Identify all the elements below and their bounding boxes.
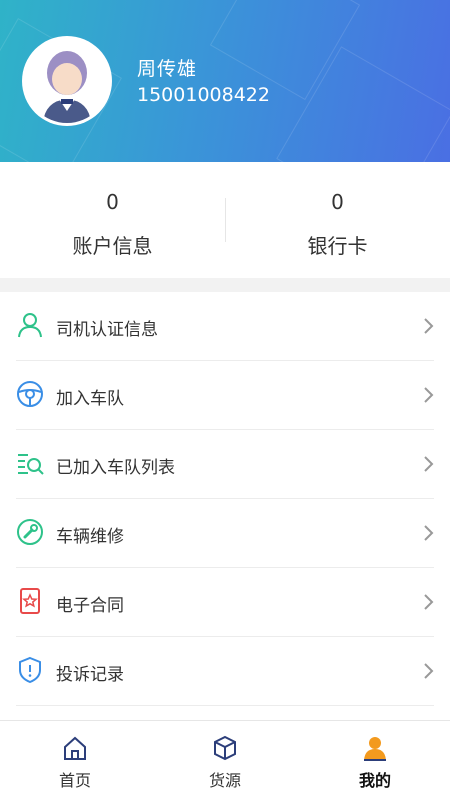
stat-value: 0: [331, 190, 344, 214]
chevron-right-icon: [424, 318, 434, 334]
stat-label: 银行卡: [307, 234, 368, 258]
divider: [16, 705, 434, 706]
menu-list: 司机认证信息 加入车队 已加入车队列表 车辆维修 电子合同 投诉记录: [0, 292, 450, 720]
avatar[interactable]: [22, 36, 112, 126]
menu-item-complaints[interactable]: 投诉记录: [0, 637, 450, 706]
chevron-right-icon: [424, 594, 434, 610]
menu-item-label: 车辆维修: [56, 527, 124, 547]
tab-home[interactable]: 首页: [0, 721, 150, 800]
user-name: 周传雄: [137, 58, 198, 80]
chevron-right-icon: [424, 663, 434, 679]
account-stats: 0 账户信息 0 银行卡: [0, 162, 450, 278]
tab-cargo-source[interactable]: 货源: [150, 721, 300, 800]
profile-header: 周传雄 15001008422: [0, 0, 450, 162]
steering-wheel-icon: [17, 381, 43, 407]
chevron-right-icon: [424, 456, 434, 472]
contract-icon: [20, 588, 40, 614]
bottom-tab-bar: 首页 货源 我的: [0, 720, 450, 800]
menu-item-label: 加入车队: [56, 389, 124, 409]
menu-item-label: 已加入车队列表: [56, 458, 175, 478]
menu-item-label: 电子合同: [56, 596, 124, 616]
shield-alert-icon: [19, 656, 41, 684]
tab-mine[interactable]: 我的: [300, 721, 450, 800]
stat-label: 账户信息: [72, 234, 153, 258]
user-phone: 15001008422: [137, 84, 270, 106]
tab-label: 首页: [58, 771, 91, 790]
menu-item-e-contract[interactable]: 电子合同: [0, 568, 450, 637]
tab-label: 我的: [358, 771, 391, 790]
chevron-right-icon: [424, 387, 434, 403]
user-icon: [18, 313, 42, 338]
menu-item-join-fleet[interactable]: 加入车队: [0, 361, 450, 430]
menu-item-vehicle-repair[interactable]: 车辆维修: [0, 499, 450, 568]
person-icon: [364, 737, 386, 761]
menu-item-label: 司机认证信息: [56, 320, 158, 340]
stat-value: 0: [106, 190, 119, 214]
home-icon: [64, 736, 86, 760]
stat-bank-card[interactable]: 0 银行卡: [225, 162, 450, 278]
menu-item-driver-certification[interactable]: 司机认证信息: [0, 292, 450, 361]
cube-icon: [214, 735, 236, 761]
stat-account-info[interactable]: 0 账户信息: [0, 162, 225, 278]
avatar-person-icon: [25, 39, 109, 123]
menu-item-joined-fleets[interactable]: 已加入车队列表: [0, 430, 450, 499]
wrench-icon: [17, 519, 43, 545]
list-search-icon: [18, 454, 44, 475]
menu-item-label: 投诉记录: [56, 665, 124, 685]
tab-label: 货源: [208, 771, 241, 790]
chevron-right-icon: [424, 525, 434, 541]
